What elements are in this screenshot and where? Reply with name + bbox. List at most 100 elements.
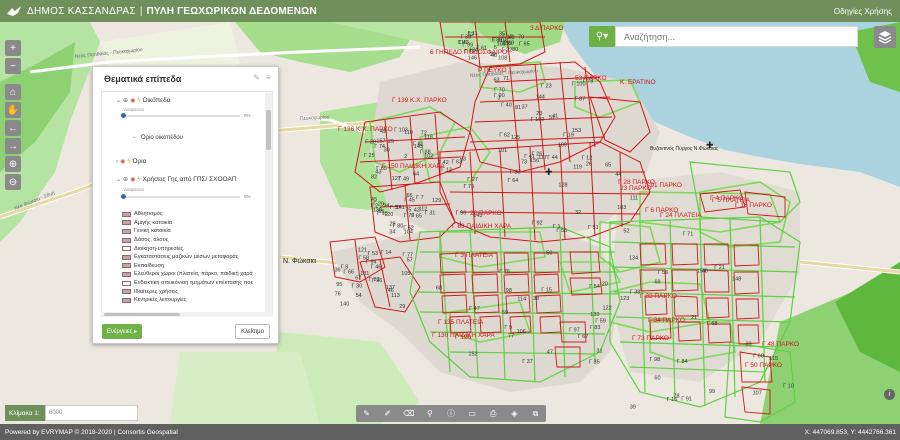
- export-icon[interactable]: ⧉: [528, 409, 542, 419]
- zoom-out-button[interactable]: −: [5, 58, 21, 74]
- bottom-toolbar: ✎ ✐ ⌫ ⚲ ⓘ ▭ ⎙ ◈ ⧉: [356, 405, 546, 422]
- map-zone-label: 3 Δ ΠΑΡΚΟ: [530, 25, 563, 32]
- measure-ruler-icon[interactable]: ✎: [360, 409, 374, 418]
- zoom-box-in-icon[interactable]: ⊕: [5, 156, 21, 172]
- parcel-number: 109: [558, 142, 567, 148]
- parcel-number: Γ 26: [532, 151, 543, 157]
- print-icon[interactable]: ⎙: [486, 409, 500, 419]
- parcel-number: 73: [521, 160, 527, 166]
- parcel-number: 69: [655, 279, 661, 285]
- parcel-number: 52: [623, 229, 629, 235]
- search-options-button[interactable]: ⚲▾: [589, 26, 615, 47]
- slider-knob[interactable]: [121, 194, 126, 199]
- opacity-label: Διαφάνεια: [124, 187, 144, 192]
- map-zone-label: Γ 135 ΠΛΑΤΕΙΑ: [438, 319, 484, 326]
- parcel-number: 49: [380, 129, 386, 135]
- parcel-number: Γ 61: [476, 46, 487, 52]
- parcel-number: Γ 25: [364, 153, 375, 159]
- legend-swatch: [122, 263, 131, 269]
- church-icon: ✚: [706, 140, 714, 150]
- layer-label: Χρήσεις Γης από ΓΠΣ/ ΣΧΟΟΑΠ: [142, 176, 237, 183]
- map-zone-label: Γ 32 ΠΑΡΚΟ: [640, 293, 677, 300]
- layers-tree: ⌄ ⊕ ◉ ϟ Οικόπεδα Διαφάνεια 0% ∼ Όριο οικ…: [101, 91, 273, 313]
- scale-input[interactable]: 6000: [45, 405, 138, 421]
- lightning-icon[interactable]: ϟ: [127, 159, 130, 165]
- location-pin-icon[interactable]: ⚲: [423, 409, 437, 418]
- slider-knob[interactable]: [121, 113, 126, 118]
- eraser-icon[interactable]: ⌫: [402, 409, 416, 418]
- scrollbar-thumb[interactable]: [104, 313, 180, 316]
- attribution-info-icon[interactable]: i: [884, 389, 895, 400]
- draw-icon[interactable]: ✐: [381, 409, 395, 418]
- layer-boundaries[interactable]: › ◉ ϟ Όρια: [116, 158, 146, 165]
- vertical-scrollbar[interactable]: [265, 92, 272, 312]
- parcel-number: Γ 100: [572, 81, 586, 87]
- expand-icon[interactable]: ›: [116, 159, 118, 165]
- sublayer-parcel-boundary[interactable]: ∼ Όριο οικοπέδου: [132, 134, 183, 142]
- visibility-eye-icon[interactable]: ◉: [130, 176, 135, 183]
- pan-hand-icon[interactable]: ✋: [5, 102, 21, 118]
- layer-parcels[interactable]: ⌄ ⊕ ◉ ϟ Οικόπεδα: [116, 97, 170, 104]
- pin-icon[interactable]: ✎: [253, 73, 260, 82]
- parcel-number: Γ 93: [377, 211, 388, 217]
- legend-swatch: [122, 246, 131, 252]
- parcel-number: 128: [558, 183, 567, 189]
- parcel-number: 101: [498, 148, 507, 154]
- parcel-number: Γ 95: [519, 41, 530, 47]
- parcel-number: Γ 69: [503, 41, 514, 47]
- zoom-layer-icon[interactable]: ⊕: [123, 97, 128, 104]
- search-input[interactable]: [615, 26, 858, 47]
- parcel-number: 106: [517, 329, 526, 335]
- lightning-icon[interactable]: ϟ: [137, 177, 140, 183]
- parcel-number: 122: [603, 305, 612, 311]
- parcel-number: Γ 67: [578, 334, 589, 340]
- menu-icon[interactable]: ≡: [266, 73, 271, 82]
- forward-arrow-icon[interactable]: →: [5, 138, 21, 154]
- parcel-number: 115: [769, 356, 778, 362]
- close-button[interactable]: Κλείσιμο: [235, 324, 270, 339]
- comment-icon[interactable]: ▭: [465, 409, 479, 418]
- parcel-number: Γ 29: [373, 201, 384, 207]
- legend-swatch: [122, 280, 131, 286]
- expand-icon[interactable]: ⌄: [116, 97, 121, 104]
- layer-land-use[interactable]: ⌄ ⊕ ◉ ϟ Χρήσεις Γης από ΓΠΣ/ ΣΧΟΟΑΠ: [116, 176, 237, 183]
- horizontal-scrollbar[interactable]: [101, 312, 273, 317]
- parcel-number: 63: [494, 78, 500, 84]
- map-zone-label: Γ 48 ΠΑΡΚΟ: [762, 341, 799, 348]
- actions-button[interactable]: Ενέργειες ▸: [102, 324, 142, 339]
- back-arrow-icon[interactable]: ←: [5, 120, 21, 136]
- parcel-number: Γ 7: [416, 195, 424, 201]
- parcel-number: 25: [388, 139, 394, 145]
- opacity-slider[interactable]: [121, 113, 240, 118]
- layers-stack-icon[interactable]: ◈: [507, 409, 521, 418]
- help-link[interactable]: Οδηγίες Χρήσης: [834, 7, 892, 16]
- info-icon[interactable]: ⓘ: [444, 408, 458, 419]
- parcel-number: Γ 99: [462, 42, 473, 48]
- parcel-number: Γ 90: [494, 93, 505, 99]
- parcel-number: Γ 56: [658, 270, 669, 276]
- zoom-box-out-icon[interactable]: ⊖: [5, 174, 21, 190]
- scrollbar-thumb[interactable]: [266, 110, 271, 150]
- search-icon: ⚲▾: [595, 31, 609, 42]
- parcel-number: Γ 52: [403, 226, 414, 232]
- expand-icon[interactable]: ⌄: [116, 176, 121, 183]
- visibility-eye-icon[interactable]: ◉: [120, 158, 125, 165]
- opacity-slider[interactable]: [121, 194, 240, 199]
- parcel-number: 82: [371, 175, 377, 181]
- lightning-icon[interactable]: ϟ: [137, 98, 140, 104]
- parcel-number: 121: [358, 247, 367, 253]
- layers-button[interactable]: [874, 26, 896, 48]
- zoom-in-button[interactable]: +: [5, 40, 21, 56]
- parcel-number: Γ 8: [341, 264, 349, 270]
- parcel-number: 54: [356, 293, 362, 299]
- parcel-number: Γ 9: [504, 325, 512, 331]
- logo[interactable]: ΔΗΜΟΣ ΚΑΣΣΑΝΔΡΑΣ: [0, 5, 136, 17]
- parcel-number: Γ 84: [677, 359, 688, 365]
- layers-icon: [878, 31, 892, 44]
- header-separator: |: [139, 5, 143, 17]
- zoom-layer-icon[interactable]: ⊕: [123, 176, 128, 183]
- parcel-number: Γ 103: [394, 128, 408, 134]
- visibility-eye-icon[interactable]: ◉: [130, 97, 135, 104]
- parcel-number: 2: [404, 154, 407, 160]
- home-icon[interactable]: ⌂: [5, 84, 21, 100]
